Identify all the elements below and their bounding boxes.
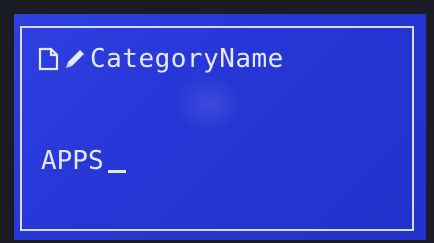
input-value: APPS [41,146,104,176]
title-row: CategoryName [36,44,284,74]
page-title: CategoryName [90,44,284,74]
pencil-icon [62,46,88,72]
device-bezel: CategoryName APPS [0,0,434,243]
document-icon [36,46,62,72]
text-cursor [107,170,126,173]
category-name-input[interactable]: APPS [41,140,126,176]
lcd-screen: CategoryName APPS [14,14,426,240]
